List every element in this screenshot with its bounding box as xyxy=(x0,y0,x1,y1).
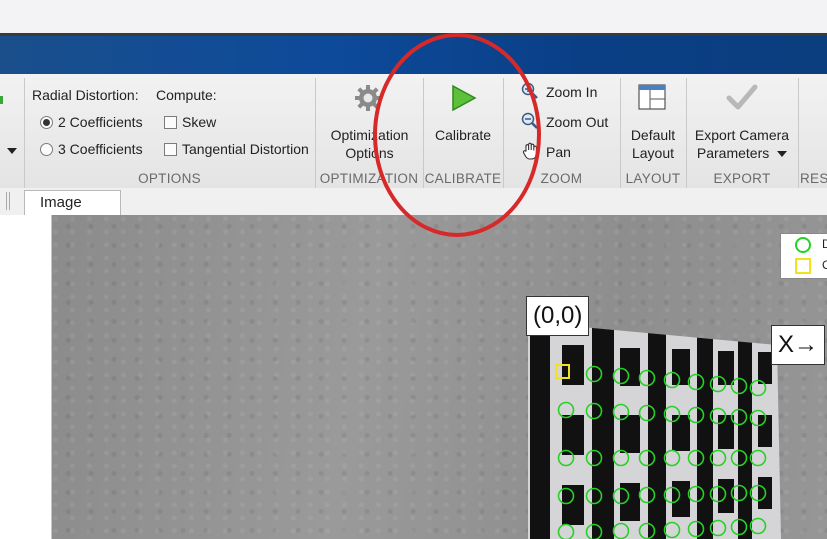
x-axis-label: X→ xyxy=(771,325,826,365)
app-toolstrip-tabs-bar xyxy=(0,36,827,74)
checkmark-icon[interactable] xyxy=(726,83,758,113)
zoom-out-icon[interactable] xyxy=(521,112,539,130)
play-icon[interactable] xyxy=(450,84,478,112)
zoom-in-button[interactable]: Zoom In xyxy=(546,84,597,100)
pan-button[interactable]: Pan xyxy=(546,144,571,160)
partial-left-icon xyxy=(0,96,3,104)
section-label-optimization: OPTIMIZATION xyxy=(319,171,419,186)
optimization-options-line1: Optimization xyxy=(330,127,409,143)
radio-2-coefficients-label[interactable]: 2 Coefficients xyxy=(58,114,143,130)
legend-text-2: C xyxy=(822,258,827,272)
radial-distortion-label: Radial Distortion: xyxy=(32,87,139,103)
skew-checkbox-label[interactable]: Skew xyxy=(182,114,216,130)
default-layout-button[interactable]: Default Layout xyxy=(620,126,686,162)
section-label-res-partial: RES xyxy=(800,171,827,186)
left-browser-pane xyxy=(0,215,52,539)
section-label-calibrate: CALIBRATE xyxy=(424,171,502,186)
left-dropdown-arrow[interactable] xyxy=(7,148,17,154)
window-titlebar xyxy=(0,0,827,33)
legend-circle-icon xyxy=(795,237,811,253)
calibrate-button[interactable]: Calibrate xyxy=(423,126,503,144)
export-camera-parameters-button[interactable]: Export Camera Parameters xyxy=(686,126,798,162)
tab-image[interactable]: Image xyxy=(24,190,121,215)
tangential-checkbox[interactable] xyxy=(164,143,177,156)
tangential-checkbox-label[interactable]: Tangential Distortion xyxy=(182,141,309,157)
optimization-options-line2: Options xyxy=(345,145,394,161)
radio-3-coefficients-label[interactable]: 3 Coefficients xyxy=(58,141,143,157)
image-canvas[interactable] xyxy=(52,215,827,539)
document-tab-bar xyxy=(0,188,827,215)
export-dropdown-arrow xyxy=(777,151,788,158)
export-camera-line2-text: Parameters xyxy=(696,145,770,161)
section-label-layout: LAYOUT xyxy=(625,171,681,186)
legend-square-icon xyxy=(795,258,811,274)
section-label-zoom: ZOOM xyxy=(540,171,583,186)
section-label-export: EXPORT xyxy=(713,171,771,186)
optimization-options-button[interactable]: Optimization Options xyxy=(322,126,417,162)
section-label-options: OPTIONS xyxy=(138,171,201,186)
zoom-in-icon[interactable] xyxy=(521,82,539,100)
left-panel-splitter[interactable] xyxy=(6,192,10,210)
export-camera-line1: Export Camera xyxy=(694,127,790,143)
skew-checkbox[interactable] xyxy=(164,116,177,129)
checkerboard-image xyxy=(528,322,781,539)
legend-text-1: D xyxy=(822,237,827,251)
ribbon-separator xyxy=(798,78,799,188)
radio-3-coefficients[interactable] xyxy=(40,143,53,156)
radio-2-coefficients[interactable] xyxy=(40,116,53,129)
default-layout-line2: Layout xyxy=(631,145,675,161)
pan-hand-icon[interactable] xyxy=(521,141,541,161)
export-camera-line2: Parameters xyxy=(686,144,798,162)
layout-grid-icon[interactable] xyxy=(638,84,666,110)
zoom-out-button[interactable]: Zoom Out xyxy=(546,114,608,130)
gear-icon[interactable] xyxy=(354,84,382,112)
default-layout-line1: Default xyxy=(630,127,676,143)
compute-label: Compute: xyxy=(156,87,217,103)
origin-label: (0,0) xyxy=(526,296,590,336)
